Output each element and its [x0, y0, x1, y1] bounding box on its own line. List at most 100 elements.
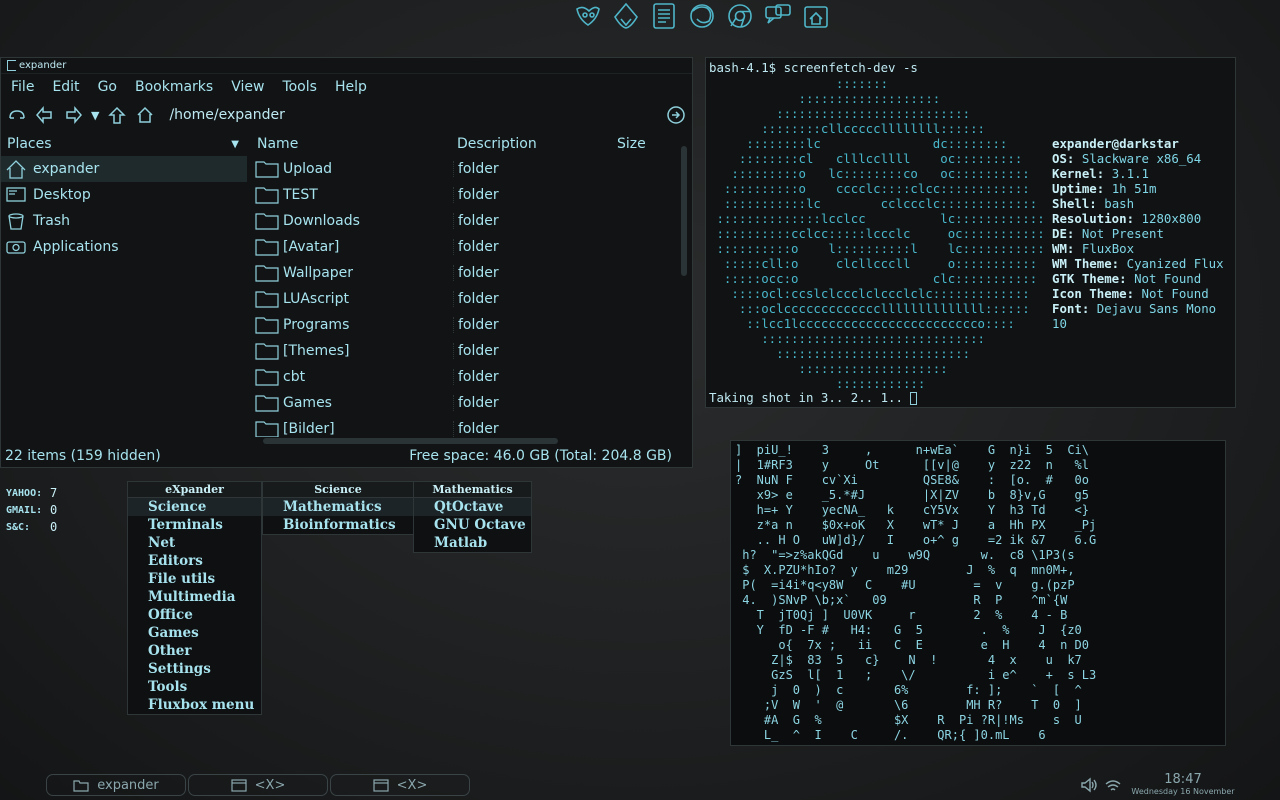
menu-item[interactable]: Multimedia — [128, 588, 261, 606]
file-name-cell: Wallpaper — [253, 264, 453, 282]
folder-icon — [255, 317, 279, 334]
file-row[interactable]: Downloads folder — [253, 208, 693, 234]
mail-label: GMAIL: — [6, 505, 43, 516]
file-row[interactable]: [Avatar] folder — [253, 234, 693, 260]
file-name: Downloads — [283, 213, 360, 229]
menu-item[interactable]: Settings — [128, 660, 261, 678]
place-item-applications[interactable]: Applications — [1, 234, 247, 260]
folder-icon — [255, 291, 279, 308]
chrome-icon[interactable] — [724, 0, 756, 32]
menu-item[interactable]: Editors — [128, 552, 261, 570]
file-row[interactable]: Wallpaper folder — [253, 260, 693, 286]
menu-item[interactable]: Other — [128, 642, 261, 660]
chat-icon[interactable] — [762, 0, 794, 32]
file-name: Upload — [283, 161, 333, 177]
item-count: 22 items (159 hidden) — [5, 448, 161, 464]
back-arrow-icon[interactable] — [35, 105, 55, 125]
menu-item[interactable]: Games — [128, 624, 261, 642]
file-row[interactable]: Games folder — [253, 390, 693, 416]
menu-item[interactable]: Mathematics — [263, 498, 413, 516]
file-row[interactable]: LUAscript folder — [253, 286, 693, 312]
mail-label: YAHOO: — [6, 488, 43, 499]
menu-item[interactable]: GNU Octave — [414, 516, 531, 534]
file-name-cell: LUAscript — [253, 290, 453, 308]
menu-tools[interactable]: Tools — [282, 79, 317, 95]
place-item-expander[interactable]: expander — [1, 156, 247, 182]
taskbar: expander <X> <X> — [46, 774, 470, 796]
folder-icon — [255, 265, 279, 282]
file-name: TEST — [283, 187, 318, 203]
file-row[interactable]: Programs folder — [253, 312, 693, 338]
places-label: Places — [7, 136, 52, 152]
launcher-bar — [572, 0, 832, 34]
info-row: Kernel: 3.1.1 — [1052, 166, 1235, 181]
trash-icon — [8, 213, 24, 230]
clock[interactable]: 18:47 Wednesday 16 November — [1128, 773, 1238, 797]
desktop-icon — [6, 187, 26, 202]
window-titlebar[interactable]: expander — [1, 58, 692, 74]
column-size[interactable]: Size — [613, 136, 673, 152]
menu-edit[interactable]: Edit — [52, 79, 79, 95]
volume-icon[interactable] — [1080, 776, 1098, 794]
info-key: GTK Theme: — [1052, 271, 1127, 286]
horizontal-scrollbar[interactable] — [263, 438, 558, 444]
menu-item[interactable]: File utils — [128, 570, 261, 588]
vertical-scrollbar[interactable] — [681, 146, 687, 276]
file-row[interactable]: TEST folder — [253, 182, 693, 208]
menu-item[interactable]: QtOctave — [414, 498, 531, 516]
folder-icon — [255, 343, 279, 360]
menu-item[interactable]: Bioinformatics — [263, 516, 413, 534]
up-arrow-icon[interactable] — [107, 105, 127, 125]
menu-item[interactable]: Science — [128, 498, 261, 516]
terminal-window[interactable]: bash-4.1$ screenfetch-dev -s ::::::: :::… — [705, 57, 1236, 408]
file-list: Name Description Size Upload folder TEST fo… — [253, 132, 693, 437]
column-name[interactable]: Name — [253, 136, 453, 152]
menu-item[interactable]: Tools — [128, 678, 261, 696]
place-item-trash[interactable]: Trash — [1, 208, 247, 234]
menu-item[interactable]: Matlab — [414, 534, 531, 552]
file-description: folder — [453, 343, 613, 359]
up-history-icon[interactable] — [7, 105, 27, 125]
menu-help[interactable]: Help — [335, 79, 367, 95]
info-key: Shell: — [1052, 196, 1097, 211]
menu-item[interactable]: Office — [128, 606, 261, 624]
home-folder-icon[interactable] — [135, 105, 155, 125]
go-icon[interactable] — [666, 105, 686, 125]
places-header[interactable]: Places ▼ — [1, 132, 247, 156]
menu-view[interactable]: View — [231, 79, 264, 95]
file-row[interactable]: Upload folder — [253, 156, 693, 182]
menu-item[interactable]: Terminals — [128, 516, 261, 534]
inkscape-icon[interactable] — [610, 0, 642, 32]
menu-bookmarks[interactable]: Bookmarks — [135, 79, 213, 95]
file-row[interactable]: [Bilder] folder — [253, 416, 693, 437]
mathematics-menu: Mathematics QtOctave GNU Octave Matlab — [413, 481, 532, 553]
text-editor-icon[interactable] — [648, 0, 680, 32]
task-expander[interactable]: expander — [46, 774, 186, 796]
chevron-down-icon[interactable]: ▼ — [231, 139, 239, 150]
menu-item[interactable]: Net — [128, 534, 261, 552]
location-path[interactable]: /home/expander — [169, 107, 284, 123]
info-value: 1280x800 — [1141, 211, 1202, 226]
home-icon[interactable] — [800, 0, 832, 32]
wifi-icon[interactable] — [1104, 776, 1122, 794]
menu-item[interactable]: Fluxbox menu — [128, 696, 261, 714]
firefox-icon[interactable] — [686, 0, 718, 32]
task-window[interactable]: <X> — [330, 774, 470, 796]
matrix-terminal[interactable]: ] piU_! 3 , n+wEa` G n}i 5 Ci\ | 1#RF3 y… — [730, 440, 1226, 746]
file-row[interactable]: cbt folder — [253, 364, 693, 390]
info-value: 1h 51m — [1111, 181, 1157, 196]
info-value: Slackware x86_64 — [1081, 151, 1202, 166]
menu-go[interactable]: Go — [98, 79, 117, 95]
history-dropdown-icon[interactable]: ▼ — [91, 109, 99, 122]
place-item-desktop[interactable]: Desktop — [1, 182, 247, 208]
forward-arrow-icon[interactable] — [63, 105, 83, 125]
task-window[interactable]: <X> — [188, 774, 328, 796]
info-row: Resolution: 1280x800 — [1052, 211, 1235, 226]
file-row[interactable]: [Themes] folder — [253, 338, 693, 364]
column-description[interactable]: Description — [453, 136, 613, 152]
menu-file[interactable]: File — [11, 79, 34, 95]
file-name: [Themes] — [283, 343, 350, 359]
file-name-cell: [Avatar] — [253, 238, 453, 256]
gimp-icon[interactable] — [572, 0, 604, 32]
info-value: Not Found — [1134, 271, 1202, 286]
